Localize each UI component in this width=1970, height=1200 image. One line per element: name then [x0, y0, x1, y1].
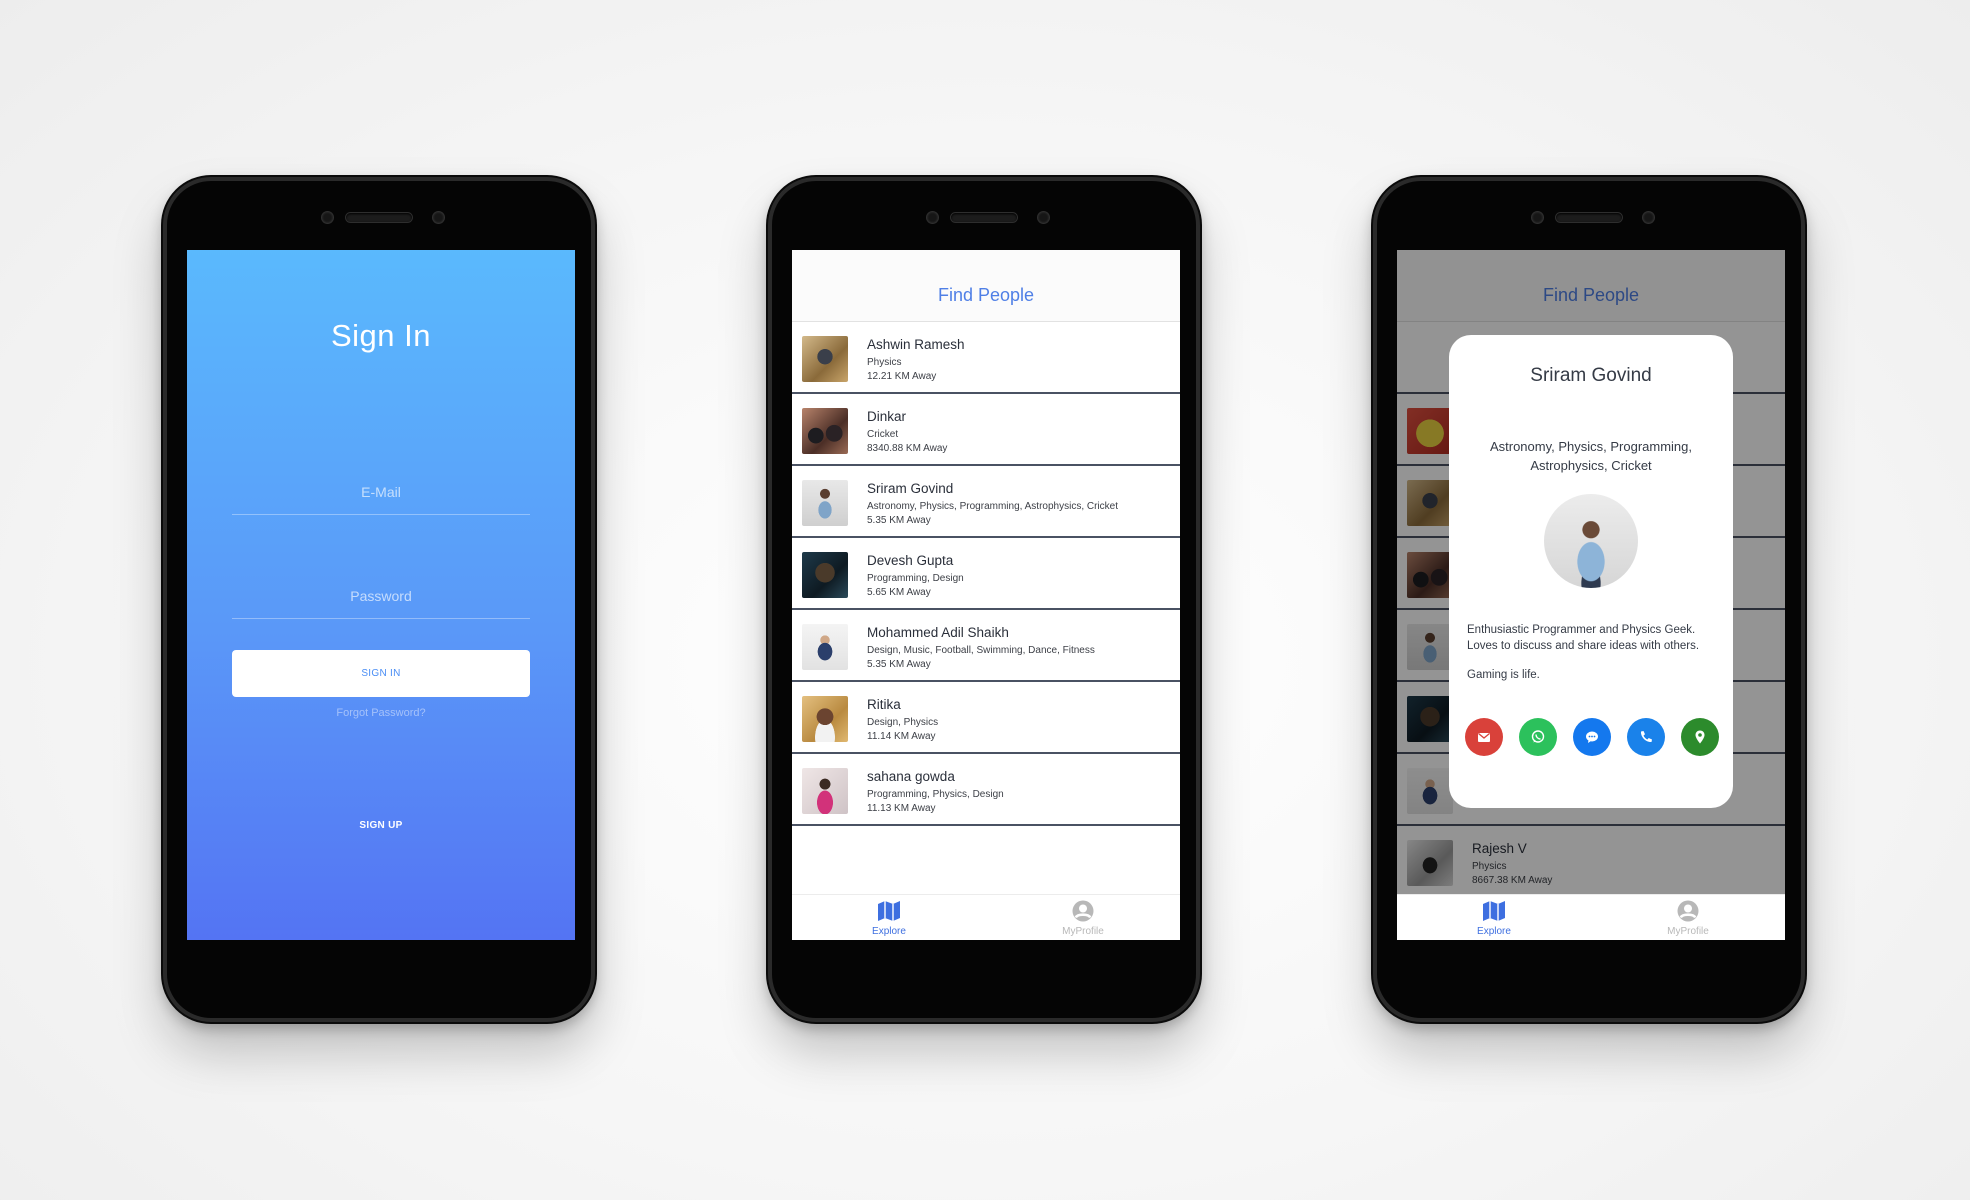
header: Find People	[792, 250, 1180, 322]
modal-interests: Astronomy, Physics, Programming, Astroph…	[1489, 439, 1693, 473]
avatar	[802, 336, 848, 382]
tab-explore[interactable]: Explore	[1397, 895, 1591, 940]
list-item[interactable]: Ashwin Ramesh Physics 12.21 KM Away	[792, 322, 1180, 394]
person-interests: Programming, Design	[867, 573, 964, 584]
avatar	[802, 480, 848, 526]
email-field[interactable]: E-Mail	[232, 484, 530, 515]
phone-signin: Sign In E-Mail Password SIGN IN Forgot P…	[163, 177, 595, 1022]
person-name: Ashwin Ramesh	[867, 337, 965, 352]
person-distance: 11.14 KM Away	[867, 731, 936, 742]
tab-explore[interactable]: Explore	[792, 895, 986, 940]
find-people-screen: Find People Ashwin Ramesh Physics 12.21 …	[792, 250, 1180, 940]
sensor-dot	[322, 212, 333, 223]
password-field[interactable]: Password	[232, 588, 530, 619]
profile-modal: Sriram Govind Astronomy, Physics, Progra…	[1449, 335, 1733, 808]
map-icon	[1483, 901, 1505, 921]
person-interests: Design, Music, Football, Swimming, Dance…	[867, 645, 1095, 656]
map-icon	[878, 901, 900, 921]
modal-person-name: Sriram Govind	[1530, 365, 1652, 386]
front-camera	[1038, 212, 1049, 223]
person-distance: 12.21 KM Away	[867, 371, 937, 382]
list-item[interactable]: sahana gowda Programming, Physics, Desig…	[792, 754, 1180, 826]
forgot-password-link[interactable]: Forgot Password?	[187, 707, 575, 719]
person-name: Ritika	[867, 697, 901, 712]
modal-bio-extra: Gaming is life.	[1467, 669, 1540, 681]
front-camera	[1643, 212, 1654, 223]
mail-icon	[1478, 732, 1490, 742]
location-icon	[1695, 730, 1705, 744]
list-item[interactable]: Mohammed Adil Shaikh Design, Music, Foot…	[792, 610, 1180, 682]
list-item[interactable]: Devesh Gupta Programming, Design 5.65 KM…	[792, 538, 1180, 610]
user-circle-icon	[1072, 900, 1094, 922]
person-interests: Astronomy, Physics, Programming, Astroph…	[867, 501, 1118, 512]
person-distance: 11.13 KM Away	[867, 803, 936, 814]
person-name: sahana gowda	[867, 769, 955, 784]
user-circle-icon	[1677, 900, 1699, 922]
signin-title: Sign In	[330, 318, 431, 353]
messenger-icon	[1586, 731, 1598, 743]
tab-myprofile-label: MyProfile	[1667, 926, 1709, 937]
person-name: Mohammed Adil Shaikh	[867, 625, 1009, 640]
messenger-button[interactable]	[1573, 718, 1611, 756]
earpiece-speaker	[346, 213, 412, 222]
location-button[interactable]	[1681, 718, 1719, 756]
person-distance: 5.35 KM Away	[867, 515, 931, 526]
signin-screen: Sign In E-Mail Password SIGN IN Forgot P…	[187, 250, 575, 940]
tab-explore-label: Explore	[872, 926, 906, 937]
tab-bar: Explore MyProfile	[792, 894, 1180, 940]
tab-explore-label: Explore	[1477, 926, 1511, 937]
avatar	[802, 696, 848, 742]
phone-find-people: Find People Ashwin Ramesh Physics 12.21 …	[768, 177, 1200, 1022]
person-distance: 8340.88 KM Away	[867, 443, 948, 454]
signin-button[interactable]: SIGN IN	[232, 650, 530, 697]
tab-myprofile-label: MyProfile	[1062, 926, 1104, 937]
signup-link[interactable]: SIGN UP	[187, 820, 575, 831]
front-camera	[433, 212, 444, 223]
people-list: Ashwin Ramesh Physics 12.21 KM Away Dink…	[792, 322, 1180, 826]
avatar	[802, 408, 848, 454]
email-button[interactable]	[1465, 718, 1503, 756]
phone-profile-modal: Find People Rajesh V Physics 8667.38 KM …	[1373, 177, 1805, 1022]
avatar	[802, 768, 848, 814]
sensor-dot	[1532, 212, 1543, 223]
avatar	[802, 552, 848, 598]
person-name: Dinkar	[867, 409, 907, 424]
person-interests: Programming, Physics, Design	[867, 789, 1004, 800]
list-item[interactable]: Dinkar Cricket 8340.88 KM Away	[792, 394, 1180, 466]
whatsapp-button[interactable]	[1519, 718, 1557, 756]
whatsapp-icon	[1531, 730, 1545, 743]
avatar	[802, 624, 848, 670]
earpiece-speaker	[951, 213, 1017, 222]
person-interests: Cricket	[867, 429, 899, 440]
phone-icon	[1640, 731, 1652, 743]
sensor-dot	[927, 212, 938, 223]
person-distance: 5.65 KM Away	[867, 587, 931, 598]
person-interests: Physics	[867, 357, 902, 368]
modal-bio: Enthusiastic Programmer and Physics Geek…	[1467, 624, 1700, 652]
tab-myprofile[interactable]: MyProfile	[986, 895, 1180, 940]
avatar	[1544, 494, 1638, 588]
person-name: Devesh Gupta	[867, 553, 954, 568]
list-item[interactable]: Ritika Design, Physics 11.14 KM Away	[792, 682, 1180, 754]
page-title: Find People	[937, 285, 1035, 305]
profile-modal-screen: Find People Rajesh V Physics 8667.38 KM …	[1397, 250, 1785, 940]
earpiece-speaker	[1556, 213, 1622, 222]
person-name: Sriram Govind	[867, 481, 954, 496]
tab-bar: Explore MyProfile	[1397, 894, 1785, 940]
call-button[interactable]	[1627, 718, 1665, 756]
list-item[interactable]: Sriram Govind Astronomy, Physics, Progra…	[792, 466, 1180, 538]
person-distance: 5.35 KM Away	[867, 659, 931, 670]
contact-actions	[1465, 718, 1721, 756]
tab-myprofile[interactable]: MyProfile	[1591, 895, 1785, 940]
person-interests: Design, Physics	[867, 717, 939, 728]
